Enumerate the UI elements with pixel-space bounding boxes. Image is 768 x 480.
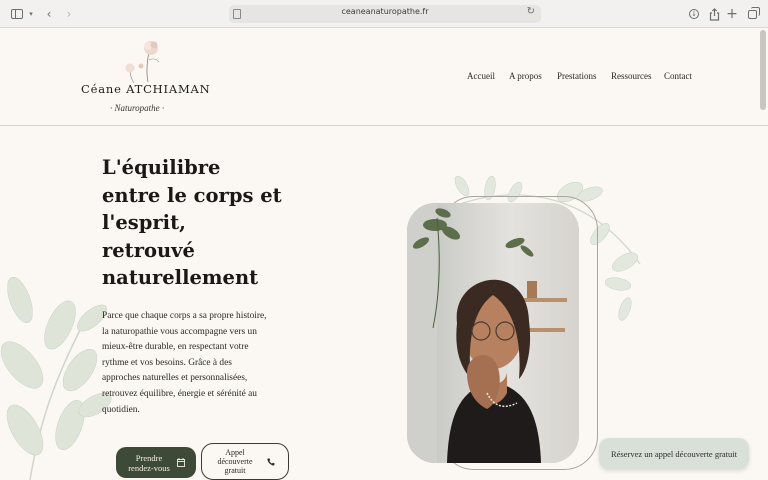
phone-icon (267, 458, 275, 466)
chevron-down-icon[interactable]: ▾ (28, 6, 34, 22)
site-header: Céane ATCHIAMAN · Naturopathe · Accueil … (0, 28, 768, 126)
sidebar-icon[interactable] (10, 6, 24, 22)
share-icon[interactable] (708, 6, 720, 22)
tabs-overview-icon[interactable] (746, 6, 760, 22)
download-icon[interactable]: ↓ (688, 6, 700, 22)
floating-booking-button[interactable]: Réservez un appel découverte gratuit (599, 438, 749, 469)
nav-item-ressources[interactable]: Ressources (611, 71, 652, 81)
calendar-icon (177, 458, 185, 467)
new-tab-icon[interactable]: + (726, 6, 738, 22)
back-arrow-icon[interactable]: ‹ (44, 6, 54, 22)
portrait-photo (407, 203, 579, 463)
free-discovery-call-button[interactable]: Appel découverte gratuit (201, 443, 289, 480)
forward-arrow-icon[interactable]: › (64, 6, 74, 22)
nav-item-contact[interactable]: Contact (664, 71, 692, 81)
reload-icon[interactable]: ↻ (527, 6, 535, 17)
url-text: ceaneanaturopathe.fr (341, 7, 429, 16)
main-nav: Accueil A propos Prestations Ressources … (0, 71, 768, 85)
logo-subtitle: · Naturopathe · (110, 103, 165, 113)
hero-title: L'équilibre entre le corps et l'esprit, … (102, 156, 282, 289)
browser-toolbar: ▾ ‹ › ceaneanaturopathe.fr ↻ ↓ + (0, 0, 768, 28)
nav-item-prestations[interactable]: Prestations (557, 71, 597, 81)
book-appointment-button[interactable]: Prendre rendez-vous (116, 447, 196, 478)
book-appointment-label: Prendre rendez-vous (128, 452, 170, 473)
nav-item-accueil[interactable]: Accueil (467, 71, 495, 81)
address-bar[interactable]: ceaneanaturopathe.fr ↻ (229, 5, 541, 23)
hero-description: Parce que chaque corps a sa propre histo… (102, 311, 267, 415)
free-discovery-call-label: Appel découverte gratuit (217, 448, 253, 475)
scrollbar[interactable] (760, 30, 766, 110)
nav-item-a-propos[interactable]: A propos (509, 71, 542, 81)
